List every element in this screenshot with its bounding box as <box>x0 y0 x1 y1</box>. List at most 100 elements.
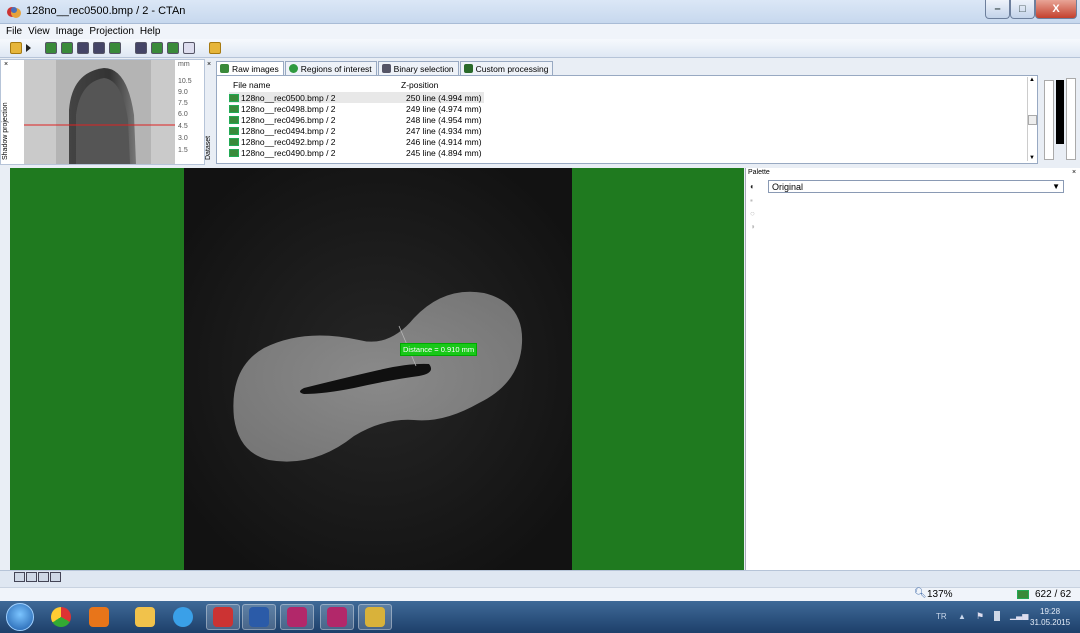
histogram-icon[interactable] <box>93 42 105 54</box>
palette-title: Palette <box>748 169 770 176</box>
image-slider[interactable] <box>1042 70 1078 164</box>
list-item[interactable]: 128no__rec0492.bmp / 2 246 line (4.914 mm… <box>229 136 484 147</box>
menu-file[interactable]: File <box>6 26 22 37</box>
open-folder-icon[interactable] <box>10 42 22 54</box>
ruler-tick: 4.5 <box>178 123 188 130</box>
ctan-taskbar-icon[interactable] <box>206 604 240 630</box>
explorer-taskbar-icon[interactable] <box>128 604 162 630</box>
menu-view[interactable]: View <box>28 26 50 37</box>
palette-option-icon[interactable]: ◑ <box>750 222 758 231</box>
clock-date: 31.05.2015 <box>1030 618 1071 627</box>
image-file-icon <box>229 115 239 124</box>
close-button[interactable]: X <box>1035 0 1077 19</box>
image-file-icon <box>229 104 239 113</box>
maximize-button[interactable]: □ <box>1010 0 1035 19</box>
palette-option-icon[interactable]: ▪ <box>750 196 758 205</box>
view-mode-buttons <box>14 572 61 582</box>
shadow-projection-graphic <box>24 60 175 164</box>
dataset-label: Dataset <box>205 135 212 160</box>
ruler-tick: 6.0 <box>178 111 188 118</box>
shadow-close-icon[interactable]: × <box>4 61 8 68</box>
list-item[interactable]: 128no__rec0500.bmp / 2 250 line (4.994 mm… <box>229 92 484 103</box>
tab-custom-processing[interactable]: Custom processing <box>459 61 554 75</box>
clock-time: 19:28 <box>1040 607 1061 616</box>
ie-taskbar-icon[interactable] <box>166 604 200 630</box>
help-pointer-icon[interactable] <box>209 42 221 54</box>
scroll-thumb[interactable] <box>1028 115 1037 125</box>
image-icon <box>220 64 229 73</box>
list-item[interactable]: 128no__rec0490.bmp / 2 245 line (4.894 mm… <box>229 147 484 158</box>
custom-processing-icon[interactable] <box>109 42 121 54</box>
dataset-close-icon[interactable]: × <box>207 61 211 68</box>
palette-selected-value: Original <box>772 181 804 192</box>
image-file-icon <box>229 93 239 102</box>
list-item[interactable]: 128no__rec0498.bmp / 2 249 line (4.974 mm… <box>229 103 484 114</box>
ct-slice-image[interactable] <box>184 168 572 570</box>
list-item[interactable]: 128no__rec0494.bmp / 2 247 line (4.934 mm… <box>229 125 484 136</box>
column-file-name[interactable]: File name <box>233 80 270 90</box>
ctvol-taskbar-icon[interactable] <box>358 604 392 630</box>
model-icon[interactable] <box>167 42 179 54</box>
menu-help[interactable]: Help <box>140 26 161 37</box>
toolbar <box>0 39 1080 58</box>
shadow-projection-image[interactable] <box>24 60 175 164</box>
display-icon[interactable] <box>135 42 147 54</box>
ruler-tick: 10.5 <box>178 78 192 85</box>
ctan-app-icon <box>7 7 21 18</box>
network-icon[interactable]: ▁▃▅ <box>1010 611 1028 620</box>
palette-select[interactable]: Original ▼ <box>768 180 1064 193</box>
tab-regions-of-interest[interactable]: Regions of interest <box>284 61 377 75</box>
tab-raw-images[interactable]: Raw images <box>216 61 284 75</box>
palette-icon[interactable]: ◐ <box>750 182 758 191</box>
outlook-taskbar-icon[interactable] <box>82 604 116 630</box>
view-mode-button[interactable] <box>50 572 61 582</box>
zoom-icon: 🔍︎ <box>914 588 927 599</box>
column-z-position[interactable]: Z-position <box>401 80 438 90</box>
chrome-taskbar-icon[interactable] <box>44 604 78 630</box>
chart-icon[interactable] <box>151 42 163 54</box>
tray-clock[interactable]: 19:28 31.05.2015 <box>1030 606 1070 628</box>
palette-panel <box>745 168 1080 570</box>
word-taskbar-icon[interactable] <box>242 604 276 630</box>
bottom-strip <box>0 570 1080 587</box>
palette-close-icon[interactable]: × <box>1072 169 1076 176</box>
dataset-tabs: Raw images Regions of interest Binary se… <box>216 61 1016 75</box>
list-scrollbar[interactable]: ▲ ▼ <box>1027 77 1037 161</box>
play-arrow-icon[interactable] <box>26 44 31 52</box>
shadow-ruler: mm 10.5 9.0 7.5 6.0 4.5 3.0 1.5 <box>176 60 204 164</box>
custom-icon <box>463 64 473 73</box>
image-count: 622 / 62 <box>1035 589 1072 600</box>
tray-language[interactable]: TR <box>936 612 947 621</box>
menu-projection[interactable]: Projection <box>89 26 133 37</box>
raw-images-icon[interactable] <box>45 42 57 54</box>
ruler-tick: 7.5 <box>178 100 188 107</box>
menu-image[interactable]: Image <box>56 26 84 37</box>
distance-measurement-label[interactable]: Distance = 0.910 mm <box>400 343 478 356</box>
view-mode-button[interactable] <box>26 572 37 582</box>
menu-bar: File View Image Projection Help <box>0 24 1080 39</box>
binary-icon[interactable] <box>77 42 89 54</box>
chevron-down-icon[interactable]: ▼ <box>1052 182 1060 191</box>
tray-arrow-icon[interactable]: ▲ <box>958 612 966 621</box>
hand-icon[interactable] <box>183 42 195 54</box>
ruler-tick: 9.0 <box>178 89 188 96</box>
slider-track-right[interactable] <box>1066 78 1076 160</box>
ruler-tick: 1.5 <box>178 147 188 154</box>
scroll-down-icon[interactable]: ▼ <box>1029 155 1035 161</box>
flag-icon[interactable]: ⚑ <box>976 611 984 622</box>
view-mode-button[interactable] <box>38 572 49 582</box>
battery-icon[interactable] <box>994 611 1000 621</box>
start-button[interactable] <box>6 603 34 631</box>
slider-track-left[interactable] <box>1044 80 1054 160</box>
ctvox-taskbar-icon[interactable] <box>320 604 354 630</box>
view-mode-button[interactable] <box>14 572 25 582</box>
roi-icon[interactable] <box>61 42 73 54</box>
dataviewer-taskbar-icon[interactable] <box>280 604 314 630</box>
zoom-level: 137% <box>927 589 953 600</box>
tab-binary-selection[interactable]: Binary selection <box>377 61 459 75</box>
taskbar <box>0 601 1080 633</box>
palette-option-icon[interactable]: ○ <box>750 209 758 218</box>
minimize-button[interactable]: – <box>985 0 1010 19</box>
scroll-up-icon[interactable]: ▲ <box>1029 77 1035 83</box>
list-item[interactable]: 128no__rec0496.bmp / 2 248 line (4.954 mm… <box>229 114 484 125</box>
